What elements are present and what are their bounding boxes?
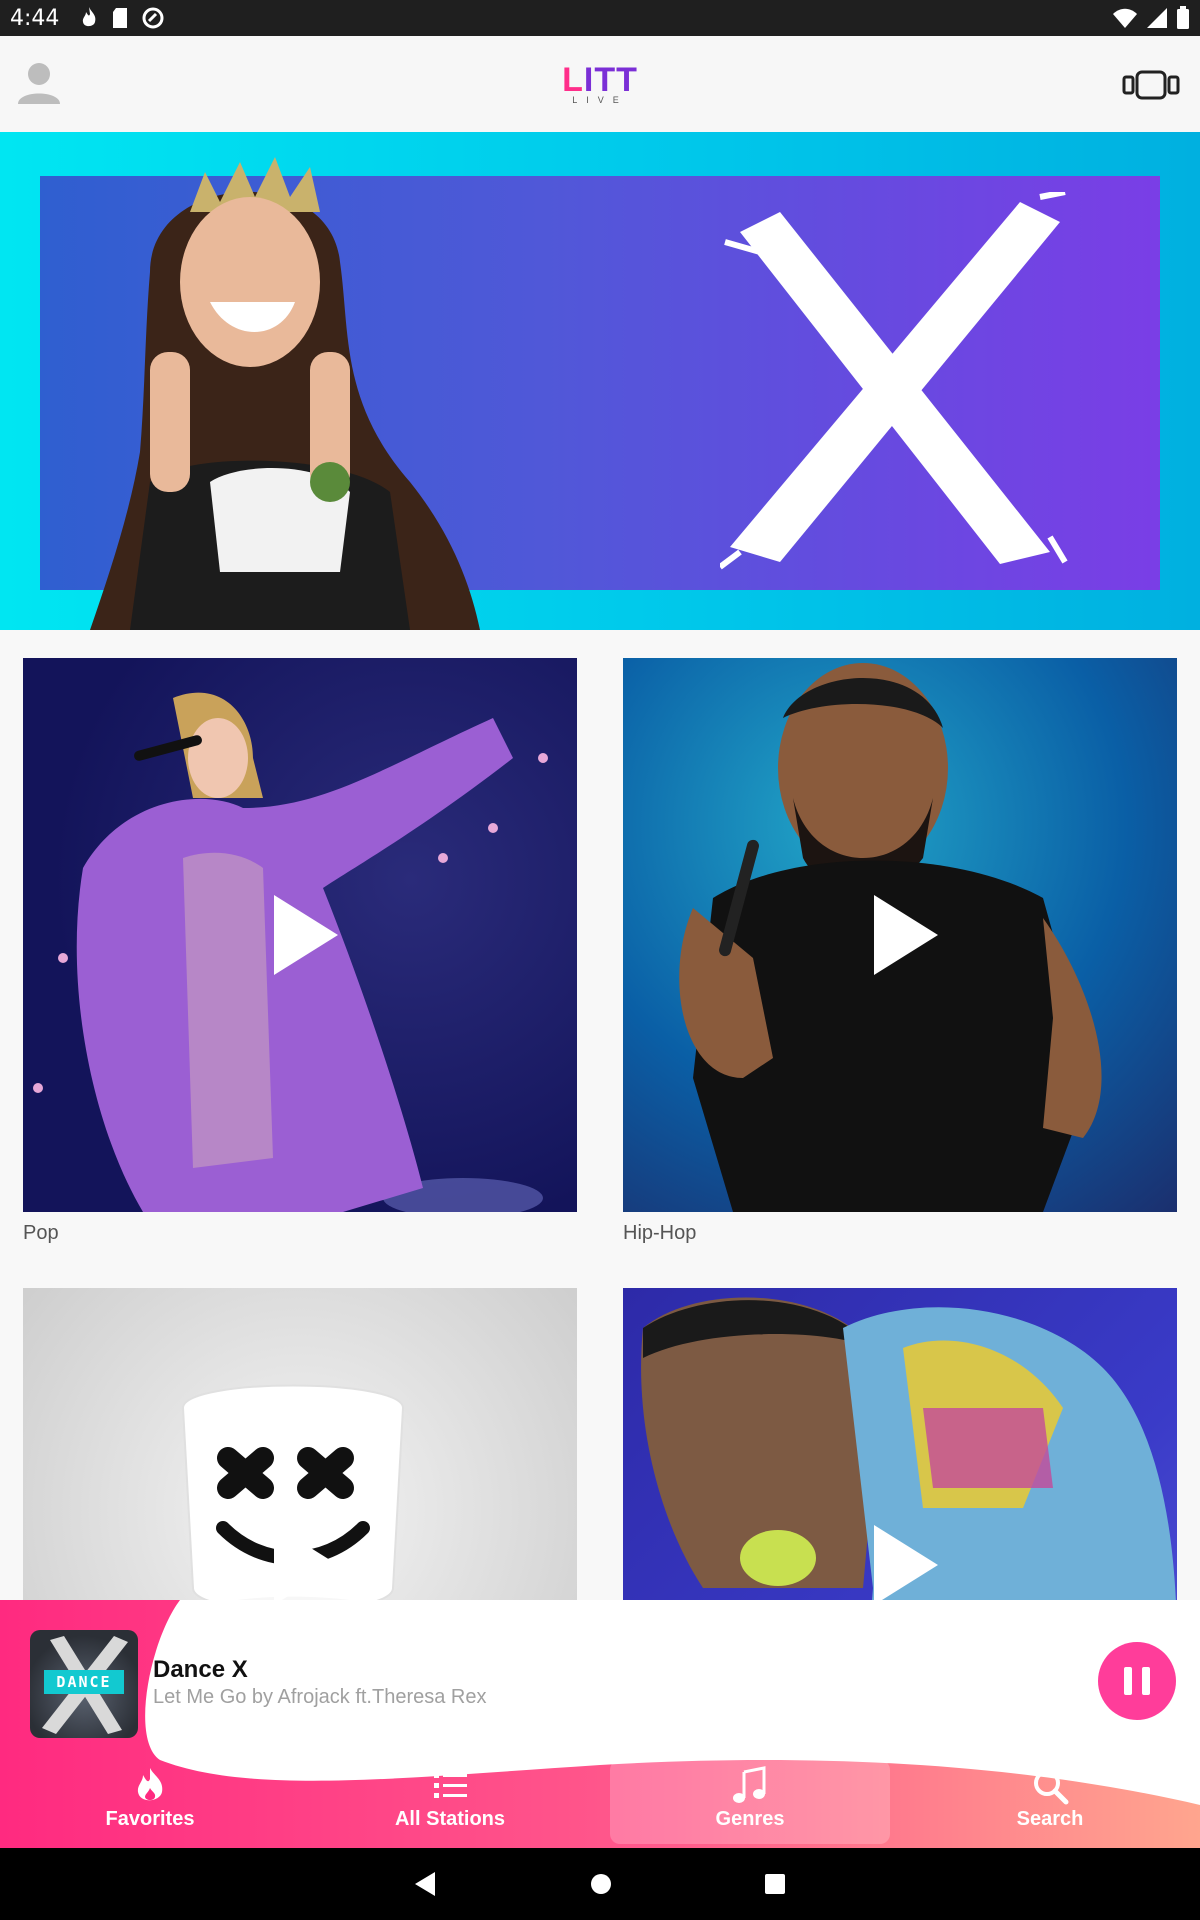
genre-label: Pop <box>23 1222 59 1244</box>
bottom-navigation: Favorites All Stations Genres Search <box>0 1748 1200 1848</box>
sync-status-icon <box>142 7 164 29</box>
genre-tile-pop[interactable]: Pop <box>23 658 577 1245</box>
now-playing-text: Let Me Go by Afrojack ft.Theresa Rex <box>153 1686 487 1708</box>
device-layout-icon[interactable] <box>1122 68 1180 102</box>
genre-image <box>23 1288 577 1600</box>
play-icon[interactable] <box>874 895 938 975</box>
search-icon <box>1034 1769 1069 1804</box>
home-icon[interactable] <box>589 1872 613 1896</box>
genre-image <box>623 1288 1177 1600</box>
genre-tile-4[interactable] <box>623 1288 1177 1600</box>
genre-tile-3[interactable] <box>23 1288 577 1600</box>
sd-card-icon <box>113 8 128 28</box>
artist-photo <box>90 157 480 630</box>
music-note-icon <box>733 1765 766 1803</box>
flame-status-icon <box>83 7 96 27</box>
pause-button[interactable] <box>1098 1642 1176 1720</box>
x-brand-mark <box>720 192 1068 570</box>
battery-icon <box>1177 6 1189 29</box>
genre-image <box>23 658 577 1212</box>
pause-bar-right <box>1142 1667 1150 1695</box>
station-name: Dance X <box>153 1656 248 1683</box>
artwork-label: DANCE <box>44 1670 124 1694</box>
wifi-icon <box>1113 8 1137 28</box>
play-icon[interactable] <box>274 1525 338 1600</box>
signal-icon <box>1147 8 1167 28</box>
logo-subtitle: LIVE <box>572 95 628 105</box>
nav-genres[interactable]: Genres <box>600 1748 900 1848</box>
nav-favorites[interactable]: Favorites <box>0 1748 300 1848</box>
flame-icon <box>137 1767 163 1800</box>
genre-label: Hip-Hop <box>623 1222 697 1244</box>
screen: 4:44 LITT LIVE Pop Hip-Hop DANCE Dance X… <box>0 0 1200 1920</box>
station-artwork: DANCE <box>30 1630 138 1738</box>
system-navigation-bar <box>0 1848 1200 1920</box>
genre-image <box>623 658 1177 1212</box>
app-logo: LITT LIVE <box>562 61 638 105</box>
list-icon <box>434 1772 467 1798</box>
status-time: 4:44 <box>10 5 60 31</box>
featured-banner[interactable] <box>0 132 1200 630</box>
app-bar: LITT LIVE <box>0 36 1200 132</box>
status-bar: 4:44 <box>0 0 1200 36</box>
nav-all-stations[interactable]: All Stations <box>300 1748 600 1848</box>
profile-icon[interactable] <box>16 60 62 106</box>
back-icon[interactable] <box>413 1870 439 1898</box>
nav-search[interactable]: Search <box>900 1748 1200 1848</box>
genre-grid: Pop Hip-Hop <box>0 630 1200 1600</box>
genre-tile-hip-hop[interactable]: Hip-Hop <box>623 658 1177 1245</box>
play-icon[interactable] <box>274 895 338 975</box>
recents-icon[interactable] <box>763 1872 787 1896</box>
play-icon[interactable] <box>874 1525 938 1600</box>
pause-bar-left <box>1124 1667 1132 1695</box>
